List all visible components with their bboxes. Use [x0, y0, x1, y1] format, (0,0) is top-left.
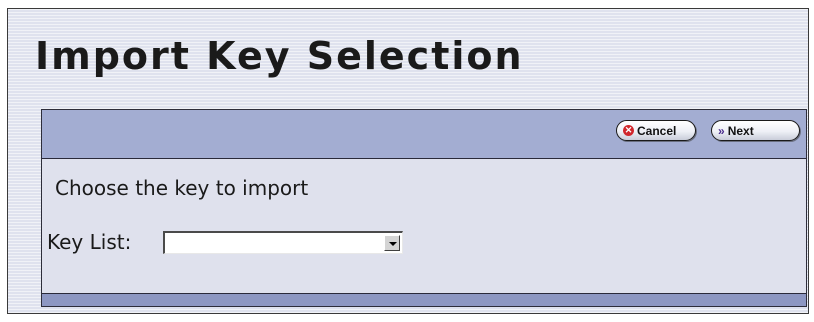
- dropdown-arrow-icon[interactable]: [384, 235, 400, 251]
- cancel-button-label: Cancel: [637, 123, 677, 138]
- panel-toolbar: ✕ Cancel » Next: [42, 110, 806, 159]
- page-frame: Import Key Selection ✕ Cancel » Next Cho…: [7, 8, 809, 314]
- cancel-button[interactable]: ✕ Cancel: [616, 120, 696, 141]
- next-button[interactable]: » Next: [711, 120, 800, 141]
- double-chevron-right-icon: »: [718, 123, 725, 138]
- page-title: Import Key Selection: [35, 34, 524, 78]
- instruction-text: Choose the key to import: [55, 176, 309, 200]
- import-key-panel: ✕ Cancel » Next Choose the key to import…: [41, 109, 807, 307]
- key-list-label: Key List:: [47, 230, 132, 254]
- next-button-label: Next: [727, 123, 754, 138]
- cancel-icon: ✕: [623, 125, 634, 136]
- key-list-select[interactable]: [163, 231, 403, 254]
- panel-footer: [42, 293, 806, 306]
